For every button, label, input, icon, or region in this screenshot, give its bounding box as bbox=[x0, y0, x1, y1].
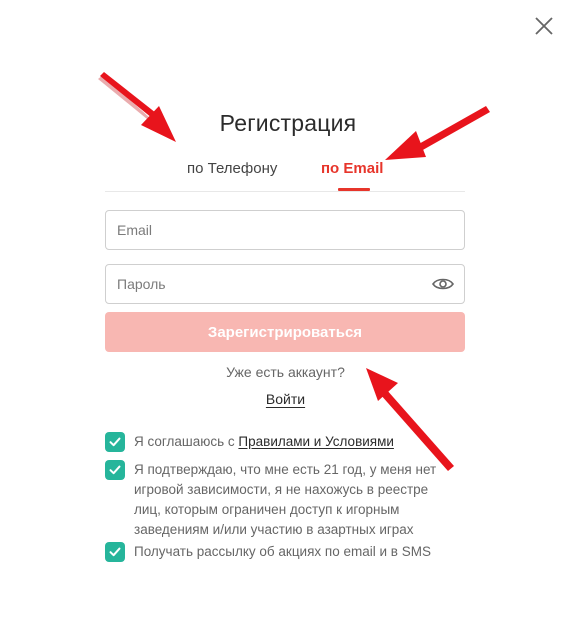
login-link-container: Войти bbox=[0, 391, 571, 407]
have-account-text: Уже есть аккаунт? bbox=[226, 364, 345, 380]
checkmark-icon bbox=[109, 437, 121, 447]
tab-phone[interactable]: по Телефону bbox=[187, 160, 277, 177]
consent-rules-prefix: Я соглашаюсь с bbox=[134, 434, 239, 449]
password-input[interactable] bbox=[106, 265, 417, 303]
consent-newsletter-checkbox[interactable] bbox=[105, 542, 125, 562]
consent-age-text: Я подтверждаю, что мне есть 21 год, у ме… bbox=[134, 462, 437, 537]
login-link[interactable]: Войти bbox=[266, 391, 305, 407]
eye-icon[interactable] bbox=[432, 276, 454, 292]
registration-tabs: по Телефону по Email bbox=[105, 150, 465, 192]
consent-rules-checkbox[interactable] bbox=[105, 432, 125, 452]
consent-newsletter-text: Получать рассылку об акциях по email и в… bbox=[134, 544, 431, 559]
checkmark-icon bbox=[109, 465, 121, 475]
consent-age-checkbox[interactable] bbox=[105, 460, 125, 480]
register-button[interactable]: Зарегистрироваться bbox=[105, 312, 465, 352]
consent-rules-text: Я соглашаюсь с Правилами и Условиями bbox=[134, 432, 456, 452]
close-icon bbox=[535, 17, 553, 35]
rules-link[interactable]: Правилами и Условиями bbox=[238, 434, 394, 449]
email-input[interactable] bbox=[106, 211, 417, 249]
tab-email[interactable]: по Email bbox=[321, 160, 383, 177]
checkmark-icon bbox=[109, 547, 121, 557]
active-tab-indicator bbox=[338, 188, 370, 191]
email-field-wrapper bbox=[105, 210, 465, 250]
password-field-wrapper bbox=[105, 264, 465, 304]
close-button[interactable] bbox=[528, 10, 560, 42]
annotation-arrow-login bbox=[366, 368, 454, 471]
modal-title: Регистрация bbox=[219, 110, 357, 136]
